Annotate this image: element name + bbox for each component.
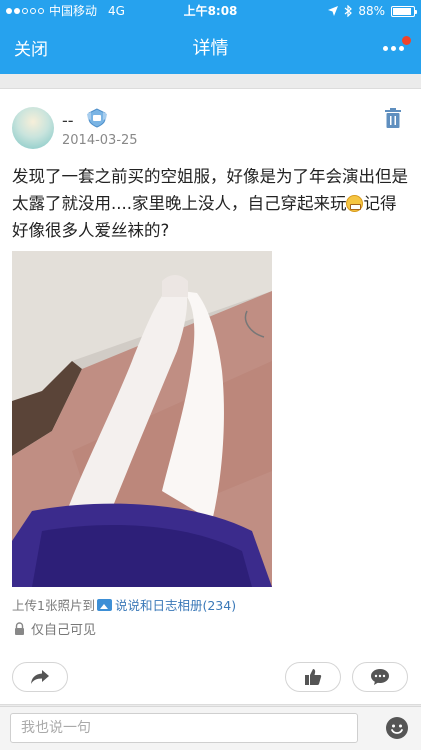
battery-icon — [391, 5, 417, 17]
avatar[interactable] — [12, 107, 54, 149]
post-text: 发现了一套之前买的空姐服，好像是为了年会演出但是太露了就没用....家里晚上没人… — [12, 167, 408, 240]
post-photo[interactable] — [12, 251, 272, 587]
action-bar — [0, 662, 421, 694]
comment-bubble-icon — [371, 669, 389, 685]
more-button[interactable] — [377, 32, 411, 60]
comment-bar: 我也说一句 — [0, 706, 421, 750]
trash-icon[interactable] — [383, 107, 403, 129]
nav-bar: 关闭 详情 — [0, 22, 421, 72]
thumbs-up-icon — [305, 669, 322, 685]
privacy-label: 仅自己可见 — [31, 623, 97, 638]
comment-input[interactable]: 我也说一句 — [10, 713, 358, 743]
location-arrow-icon — [328, 6, 339, 16]
bluetooth-icon — [344, 5, 353, 17]
privacy-info: 仅自己可见 — [14, 619, 96, 638]
more-dots-icon — [383, 46, 388, 51]
vip-badge-icon[interactable] — [86, 107, 108, 129]
status-bar: 中国移动 4G 上午8:08 88% — [0, 0, 421, 22]
emoji-picker-icon[interactable] — [385, 716, 409, 740]
grin-emoji-icon — [346, 195, 364, 212]
top-bar: 中国移动 4G 上午8:08 88% 关闭 详情 — [0, 0, 421, 74]
album-icon — [96, 598, 112, 611]
share-arrow-icon — [31, 670, 49, 684]
battery-percent: 88% — [358, 4, 385, 18]
post-date: 2014-03-25 — [62, 133, 138, 148]
like-button[interactable] — [285, 662, 341, 692]
page-title: 详情 — [192, 38, 229, 59]
lock-icon — [15, 622, 24, 635]
post-card: -- 2014-03-25 发现了一套之前买的空姐服，好像是为了年会演出但是太露… — [0, 88, 421, 705]
username[interactable]: -- — [62, 111, 74, 130]
share-button[interactable] — [12, 662, 68, 692]
album-link[interactable]: 说说和日志相册(234) — [115, 595, 236, 614]
upload-info: 上传1张照片到 说说和日志相册(234) — [12, 595, 236, 614]
comment-button[interactable] — [352, 662, 408, 692]
notification-badge — [402, 36, 411, 45]
